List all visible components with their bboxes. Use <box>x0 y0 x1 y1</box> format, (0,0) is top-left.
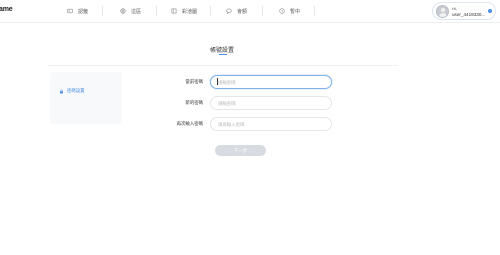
globe-icon <box>120 8 126 14</box>
nav-item-2[interactable]: 這區 <box>120 3 141 19</box>
nav-item-4[interactable]: 會額 <box>226 3 247 19</box>
nav-item-label: 暫中 <box>290 8 301 15</box>
user-menu[interactable]: Hi, user_4419330... <box>432 2 496 20</box>
id-card-icon <box>67 8 73 14</box>
section-divider <box>48 65 398 66</box>
nav-divider <box>102 6 103 16</box>
settings-sidebar: 密碼設置 <box>50 72 122 124</box>
nav-divider <box>156 6 157 16</box>
nav-item-label: 彩池圖 <box>182 8 198 15</box>
user-greeting: Hi, <box>452 6 457 11</box>
nav-item-label: 會額 <box>237 8 248 15</box>
confirm-password-input[interactable] <box>210 117 332 131</box>
nav-item-5[interactable]: 暫中 <box>279 3 300 19</box>
text-caret <box>217 78 218 85</box>
nav-item-3[interactable]: 彩池圖 <box>171 3 197 19</box>
nav-item-label: 認籤 <box>78 8 89 15</box>
user-name: user_4419330... <box>452 12 486 17</box>
current-password-label: 當前密碼 <box>185 79 203 84</box>
nav-item-label: 這區 <box>131 8 142 15</box>
title-underline <box>219 54 227 55</box>
sidebar-item-label: 密碼設置 <box>67 88 85 93</box>
nav-item-1[interactable]: 認籤 <box>67 3 88 19</box>
clock-icon <box>279 8 285 14</box>
lock-icon <box>59 88 64 94</box>
status-dot <box>488 9 492 13</box>
chat-icon <box>226 8 232 14</box>
grid-icon <box>171 8 177 14</box>
sidebar-item-password[interactable]: 密碼設置 <box>59 88 85 94</box>
new-password-input[interactable] <box>210 96 332 110</box>
confirm-password-label: 再次輸入密碼 <box>176 121 203 126</box>
nav-divider <box>262 6 263 16</box>
next-step-button[interactable]: 下一步 <box>215 145 266 156</box>
new-password-label: 新的密碼 <box>185 100 203 105</box>
top-bar: ame 認籤 這區 彩池圖 會額 暫中 Hi, user_4419330... <box>0 0 500 23</box>
nav-divider <box>210 6 211 16</box>
current-password-input[interactable] <box>210 75 332 89</box>
page-title: 帳號設置 <box>209 48 234 54</box>
nav-divider <box>314 6 315 16</box>
avatar <box>436 5 449 18</box>
brand-logo[interactable]: ame <box>0 6 13 13</box>
